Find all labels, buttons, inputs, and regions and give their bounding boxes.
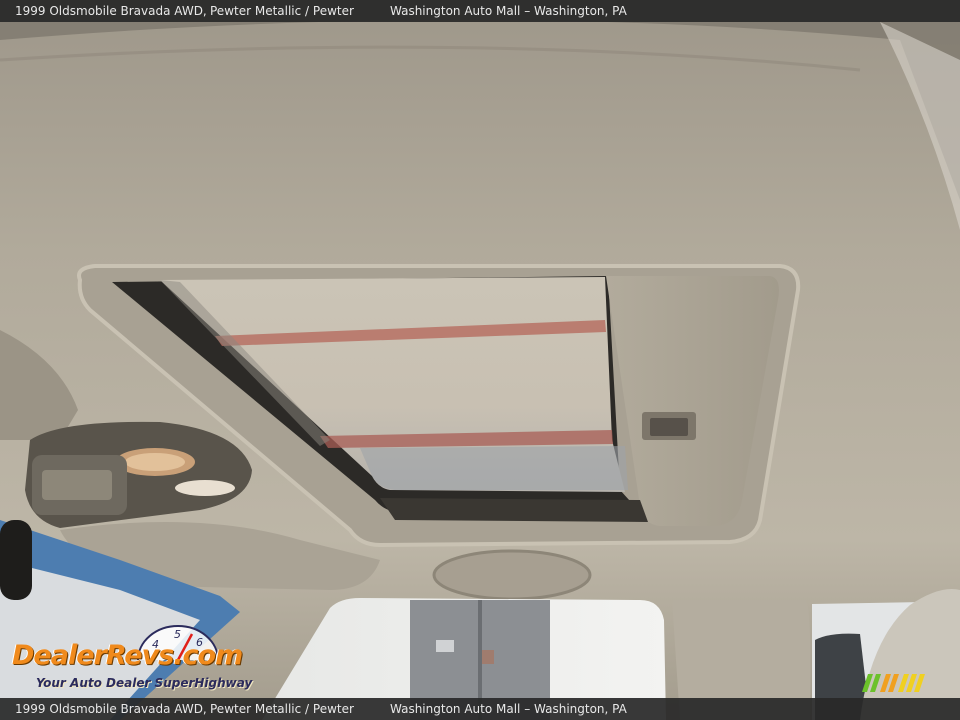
- logo-brand-text: DealerRevs.com: [12, 640, 243, 671]
- caption-bar-top: 1999 Oldsmobile Bravada AWD, Pewter Meta…: [0, 0, 960, 22]
- color-stripes-icon: [862, 674, 925, 692]
- vehicle-caption: 1999 Oldsmobile Bravada AWD,: [15, 4, 207, 18]
- color-caption-bottom: Pewter Metallic / Pewter: [210, 702, 354, 716]
- vehicle-caption-bottom: 1999 Oldsmobile Bravada AWD,: [15, 702, 207, 716]
- sunroof-photo: [0, 0, 960, 720]
- dealerrevs-logo: 4 5 6 DealerRevs.com Your Auto Dealer Su…: [10, 622, 266, 694]
- dealer-caption-bottom: Washington Auto Mall – Washington, PA: [390, 702, 627, 716]
- dealer-caption: Washington Auto Mall – Washington, PA: [390, 4, 627, 18]
- caption-bar-bottom: 1999 Oldsmobile Bravada AWD, Pewter Meta…: [0, 698, 960, 720]
- color-caption: Pewter Metallic / Pewter: [210, 4, 354, 18]
- logo-tagline: Your Auto Dealer SuperHighway: [36, 676, 253, 690]
